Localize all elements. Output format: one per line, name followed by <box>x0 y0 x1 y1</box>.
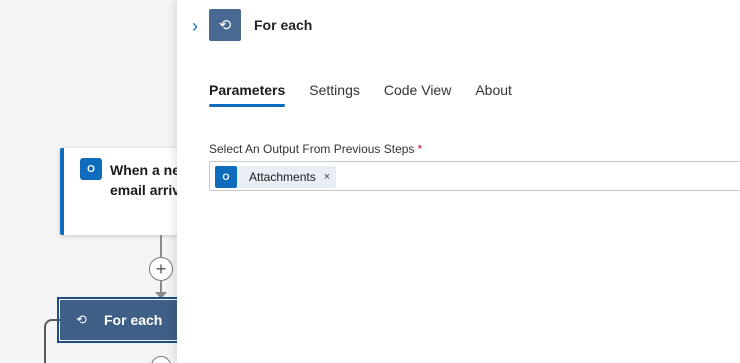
add-inner-step-button[interactable] <box>151 356 171 363</box>
add-step-button[interactable]: + <box>149 257 173 281</box>
loop-icon: ⟲ <box>209 9 241 41</box>
tab-parameters[interactable]: Parameters <box>209 82 286 107</box>
chevron-right-icon[interactable]: › <box>187 16 203 36</box>
required-marker: * <box>417 142 423 156</box>
action-details-panel: › ⟲ For each Parameters Settings Code Vi… <box>177 0 740 363</box>
attachments-token[interactable]: O Attachments × <box>215 166 337 188</box>
panel-tabs: Parameters Settings Code View About <box>209 82 512 107</box>
tab-code-view[interactable]: Code View <box>384 82 451 107</box>
output-select-input[interactable]: O Attachments × <box>209 161 740 191</box>
loop-icon: ⟲ <box>76 312 87 327</box>
outlook-icon: O <box>215 166 237 188</box>
plus-icon: + <box>155 259 167 279</box>
output-field-label: Select An Output From Previous Steps * <box>209 142 422 156</box>
outlook-icon: O <box>80 158 102 180</box>
token-label: Attachments <box>249 170 316 184</box>
connector-line <box>160 235 162 257</box>
foreach-node[interactable]: ⟲ For each <box>57 297 191 343</box>
remove-token-icon[interactable]: × <box>324 171 330 183</box>
foreach-node-label: For each <box>104 312 163 328</box>
output-field-label-text: Select An Output From Previous Steps <box>209 142 415 156</box>
panel-title: For each <box>254 17 313 33</box>
arrow-down-icon <box>155 292 167 299</box>
tab-about[interactable]: About <box>475 82 512 107</box>
tab-settings[interactable]: Settings <box>309 82 360 107</box>
